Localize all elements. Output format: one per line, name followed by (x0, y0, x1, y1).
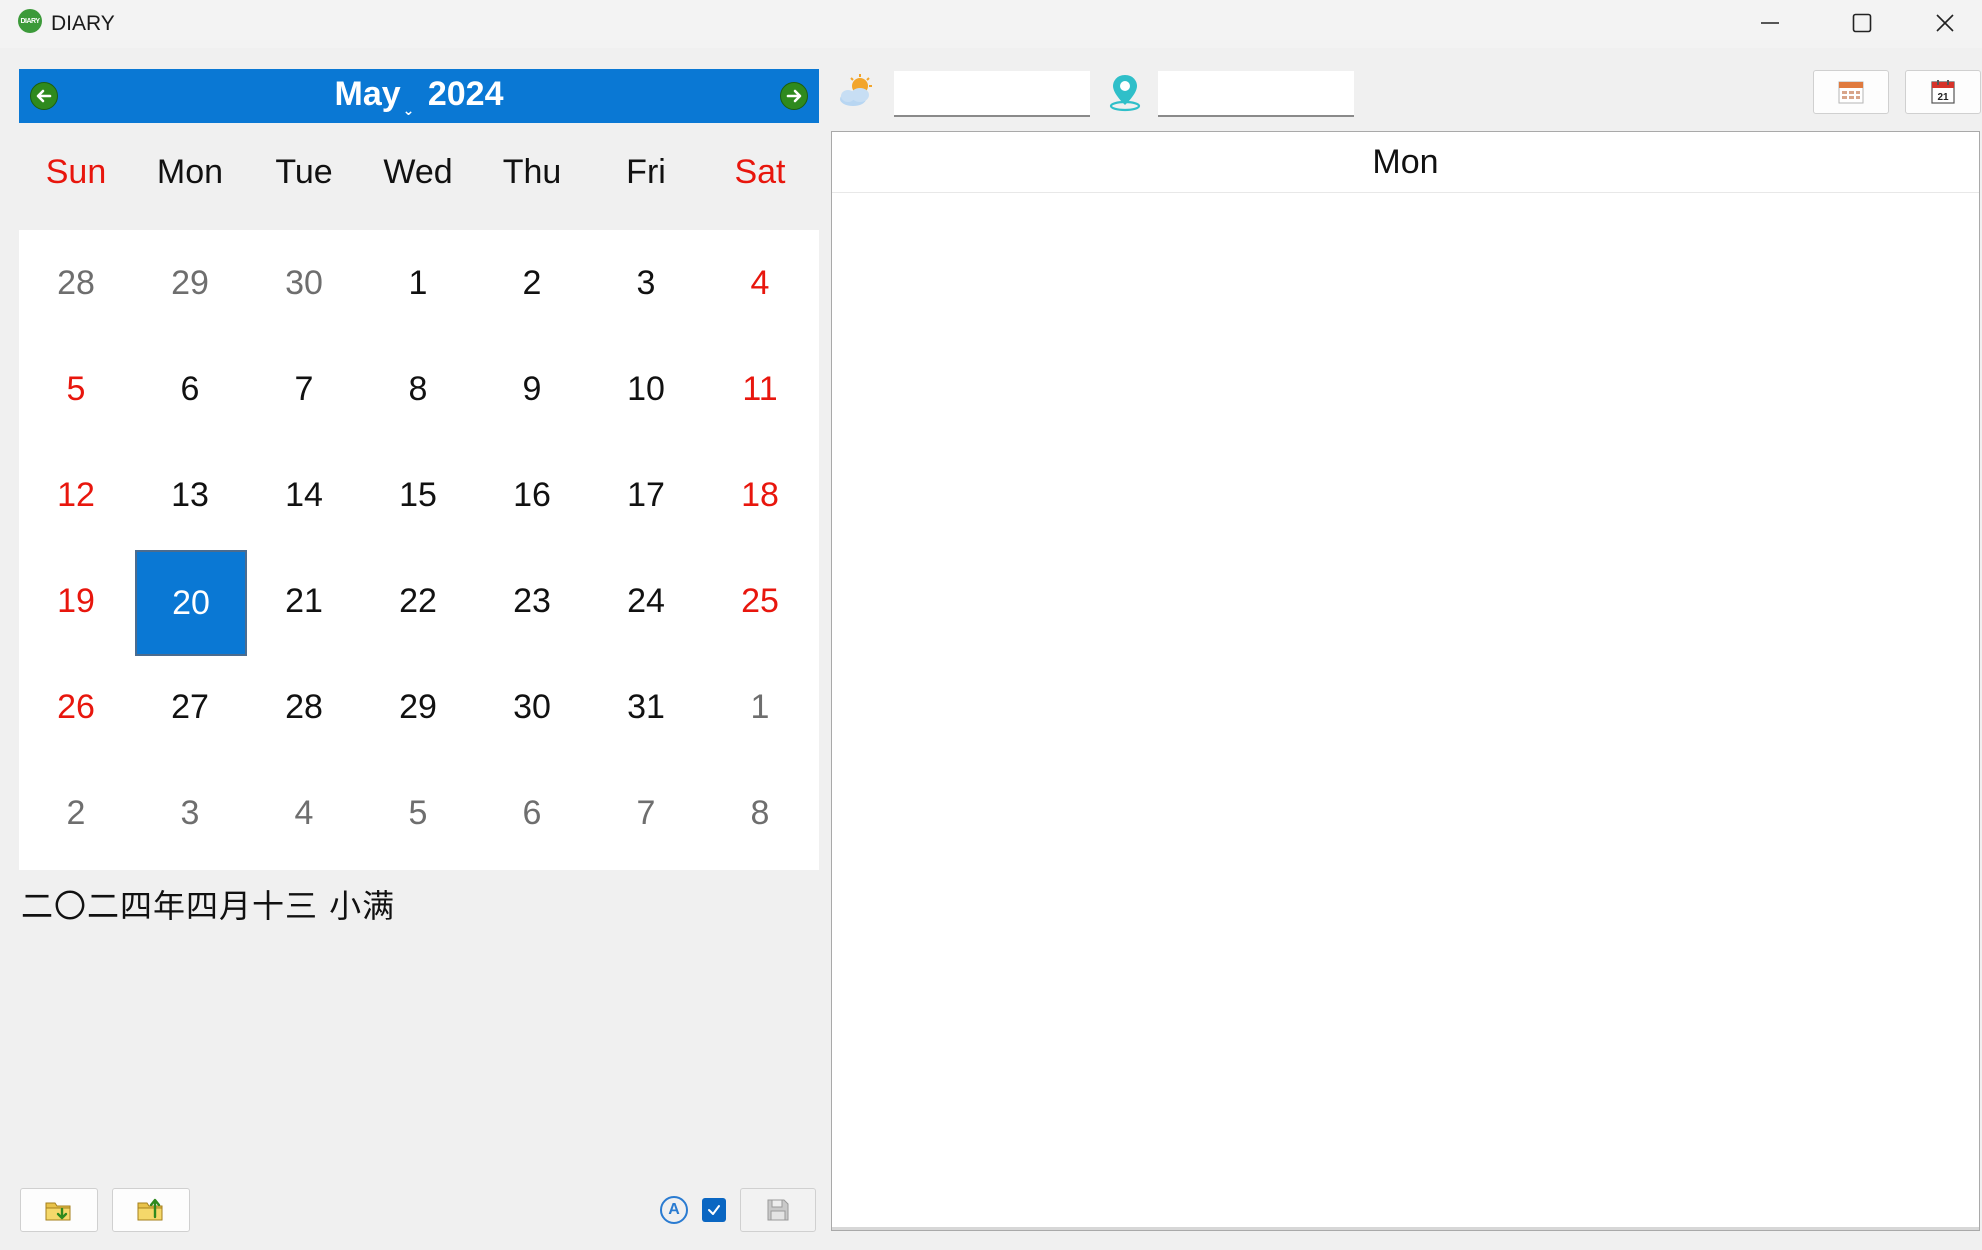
calendar-day[interactable]: 17 (589, 442, 703, 548)
minimize-icon (1761, 22, 1779, 24)
calendar-day[interactable]: 14 (247, 442, 361, 548)
calendar-day[interactable]: 4 (703, 230, 817, 336)
save-button[interactable] (740, 1188, 816, 1232)
weather-input[interactable] (894, 71, 1090, 117)
calendar-day[interactable]: 28 (247, 654, 361, 760)
calendar-day[interactable]: 1 (703, 654, 817, 760)
calendar-day[interactable]: 30 (247, 230, 361, 336)
calendar-day[interactable]: 6 (133, 336, 247, 442)
import-button[interactable] (20, 1188, 98, 1232)
weekday-label: Tue (275, 153, 333, 191)
close-button[interactable] (1908, 0, 1982, 46)
calendar-day[interactable]: 12 (19, 442, 133, 548)
calendar-day-grid: 28 29 30 1 2 3 4 5 6 7 8 9 10 11 12 13 1… (19, 230, 819, 870)
calendar-day[interactable]: 29 (361, 654, 475, 760)
calendar-list-icon (1838, 81, 1864, 104)
calendar-day[interactable]: 22 (361, 548, 475, 654)
calendar-day[interactable]: 5 (361, 760, 475, 866)
arrow-right-icon (786, 89, 802, 103)
close-icon (1936, 14, 1954, 32)
diary-app-icon: DIARY (18, 9, 42, 33)
calendar-day[interactable]: 8 (703, 760, 817, 866)
next-month-button[interactable] (780, 82, 808, 110)
spellcheck-icon[interactable]: A (660, 1196, 688, 1224)
month-label[interactable]: May (335, 75, 401, 113)
calendar-day[interactable]: 18 (703, 442, 817, 548)
calendar-day[interactable]: 30 (475, 654, 589, 760)
calendar-day[interactable]: 25 (703, 548, 817, 654)
month-year-title[interactable]: May ⌄ 2024 (19, 75, 819, 119)
calendar-day-button[interactable]: 21 (1905, 70, 1981, 114)
editor-weekday-header: Mon (832, 132, 1979, 193)
diary-editor[interactable]: Mon (831, 131, 1980, 1231)
calendar-day[interactable]: 3 (589, 230, 703, 336)
calendar-day[interactable]: 11 (703, 336, 817, 442)
calendar-day[interactable]: 6 (475, 760, 589, 866)
year-label[interactable]: 2024 (428, 75, 504, 113)
editor-text-area[interactable] (832, 193, 1979, 1227)
calendar-day[interactable]: 10 (589, 336, 703, 442)
calendar-day[interactable]: 21 (247, 548, 361, 654)
calendar-day[interactable]: 31 (589, 654, 703, 760)
weekday-header-row: Sun Mon Tue Wed Thu Fri Sat (19, 123, 819, 230)
calendar-day-selected[interactable]: 20 (135, 550, 247, 656)
calendar-day[interactable]: 5 (19, 336, 133, 442)
calendar-day[interactable]: 15 (361, 442, 475, 548)
calendar-day[interactable]: 23 (475, 548, 589, 654)
calendar-day[interactable]: 2 (19, 760, 133, 866)
calendar-day[interactable]: 16 (475, 442, 589, 548)
export-button[interactable] (112, 1188, 190, 1232)
window-title: DIARY (51, 12, 115, 35)
weekday-label: Sun (45, 153, 107, 191)
month-dropdown-icon[interactable]: ⌄ (403, 102, 415, 118)
minimize-button[interactable] (1724, 0, 1816, 46)
spellcheck-checkbox[interactable] (702, 1198, 726, 1222)
calendar-day[interactable]: 9 (475, 336, 589, 442)
title-bar: DIARY DIARY (0, 0, 1982, 48)
weekday-label: Mon (156, 153, 224, 191)
maximize-icon (1852, 13, 1872, 33)
weekday-label: Sat (734, 153, 786, 191)
calendar-day[interactable]: 1 (361, 230, 475, 336)
today-view-button[interactable] (1813, 70, 1889, 114)
location-pin-icon (1108, 72, 1142, 117)
calendar-day[interactable]: 8 (361, 336, 475, 442)
calendar-21-icon: 21 (1931, 80, 1955, 104)
editor-bottom-border (832, 1227, 1979, 1230)
floppy-disk-icon (767, 1199, 789, 1221)
weekday-label: Thu (502, 153, 562, 191)
calendar-day[interactable]: 27 (133, 654, 247, 760)
calendar-day[interactable]: 24 (589, 548, 703, 654)
svg-text:21: 21 (1937, 92, 1949, 103)
checkmark-icon (708, 1205, 720, 1215)
maximize-button[interactable] (1816, 0, 1908, 46)
calendar-day[interactable]: 2 (475, 230, 589, 336)
weekday-label: Fri (626, 153, 666, 191)
calendar-day[interactable]: 7 (247, 336, 361, 442)
folder-export-icon (137, 1198, 163, 1221)
calendar-day[interactable]: 3 (133, 760, 247, 866)
location-input[interactable] (1158, 71, 1354, 117)
calendar-day[interactable]: 28 (19, 230, 133, 336)
calendar-day[interactable]: 7 (589, 760, 703, 866)
calendar-day[interactable]: 29 (133, 230, 247, 336)
calendar-day[interactable]: 19 (19, 548, 133, 654)
folder-import-icon (45, 1202, 71, 1221)
weather-cloud-sun-icon (836, 74, 878, 115)
calendar-day[interactable]: 4 (247, 760, 361, 866)
calendar-day[interactable]: 26 (19, 654, 133, 760)
calendar-header: May ⌄ 2024 (19, 69, 819, 123)
lunar-date-label: 二〇二四年四月十三 小满 (21, 887, 396, 925)
weekday-label: Wed (383, 153, 453, 191)
calendar-day[interactable]: 13 (133, 442, 247, 548)
